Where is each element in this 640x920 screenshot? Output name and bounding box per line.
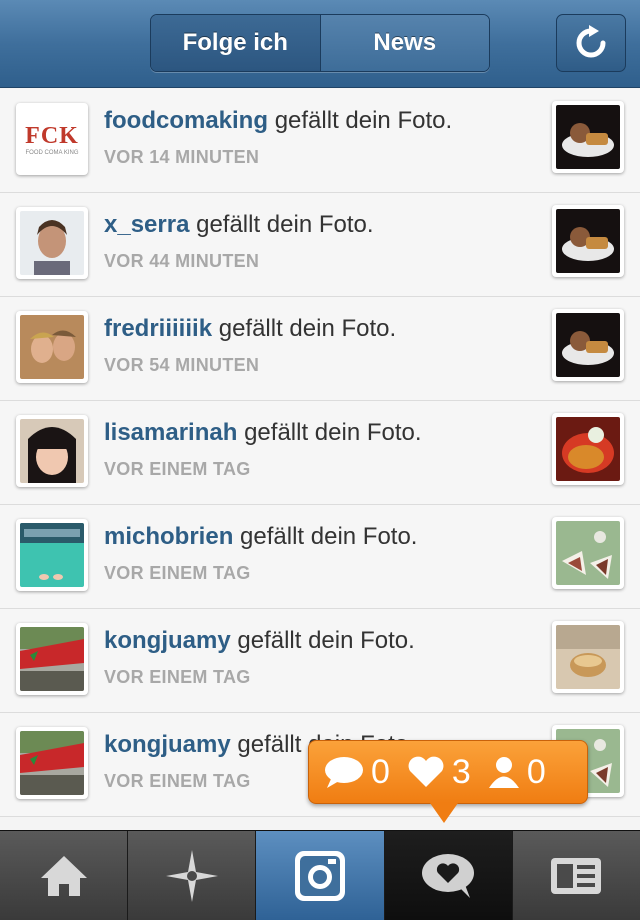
likes-stat: 3 <box>406 753 477 792</box>
navigation-bar: Folge ich News <box>0 0 640 88</box>
refresh-icon <box>576 25 606 58</box>
followers-count: 0 <box>526 752 546 791</box>
tab-profile[interactable] <box>512 831 640 920</box>
timestamp: VOR EINEM TAG <box>104 563 251 583</box>
explore-icon <box>165 849 218 902</box>
comments-stat: 0 <box>323 753 396 792</box>
action-text: gefällt dein Foto. <box>240 523 418 550</box>
notification-text: x_serra gefällt dein Foto. <box>104 211 374 239</box>
username-link[interactable]: kongjuamy <box>104 627 231 654</box>
notification-text: kongjuamy gefällt dein Foto. <box>104 627 415 655</box>
list-item[interactable]: FCK FOOD COMA KING foodcomaking gefällt … <box>0 89 640 193</box>
timestamp: VOR 54 MINUTEN <box>104 355 260 375</box>
activity-bubble[interactable]: 0 3 0 <box>308 740 588 804</box>
timestamp: VOR EINEM TAG <box>104 459 251 479</box>
tab-bar <box>0 830 640 920</box>
home-icon <box>40 855 87 896</box>
notification-text: foodcomaking gefällt dein Foto. <box>104 107 452 135</box>
food-photo-image <box>556 417 620 481</box>
user-photo-image <box>20 523 84 587</box>
feed-segmented-control: Folge ich News <box>150 14 490 72</box>
action-text: gefällt dein Foto. <box>196 211 374 238</box>
username-link[interactable]: kongjuamy <box>104 731 231 758</box>
person-icon <box>488 757 519 788</box>
action-text: gefällt dein Foto. <box>244 419 422 446</box>
photo-thumbnail[interactable] <box>552 101 624 173</box>
username-link[interactable]: foodcomaking <box>104 107 268 134</box>
avatar[interactable] <box>16 727 88 799</box>
comment-bubble-icon <box>325 757 363 788</box>
tab-camera[interactable] <box>256 831 385 920</box>
timestamp: VOR EINEM TAG <box>104 667 251 687</box>
news-icon <box>422 853 475 898</box>
tab-news[interactable] <box>384 831 513 920</box>
tab-news[interactable]: News <box>320 15 489 71</box>
notification-text: fredriiiiiik gefällt dein Foto. <box>104 315 396 343</box>
timestamp: VOR 14 MINUTEN <box>104 147 260 167</box>
tab-home[interactable] <box>0 831 129 920</box>
followers-stat: 0 <box>487 753 552 792</box>
photo-thumbnail[interactable] <box>552 309 624 381</box>
food-photo-image <box>556 313 620 377</box>
avatar-logo-subtext: FOOD COMA KING <box>25 149 79 156</box>
action-text: gefällt dein Foto. <box>274 107 453 134</box>
user-photo-image <box>20 315 84 379</box>
username-link[interactable]: fredriiiiiik <box>104 315 212 342</box>
avatar[interactable] <box>16 623 88 695</box>
list-item[interactable]: lisamarinah gefällt dein Foto. VOR EINEM… <box>0 401 640 505</box>
username-link[interactable]: x_serra <box>104 211 189 238</box>
user-photo-image <box>20 731 84 795</box>
heart-icon <box>408 756 444 787</box>
photo-thumbnail[interactable] <box>552 517 624 589</box>
tab-explore[interactable] <box>128 831 257 920</box>
bubble-pointer <box>430 803 458 823</box>
avatar[interactable] <box>16 311 88 383</box>
avatar[interactable] <box>16 415 88 487</box>
news-list: FCK FOOD COMA KING foodcomaking gefällt … <box>0 89 640 829</box>
list-item[interactable]: michobrien gefällt dein Foto. VOR EINEM … <box>0 505 640 609</box>
list-item[interactable]: x_serra gefällt dein Foto. VOR 44 MINUTE… <box>0 193 640 297</box>
avatar[interactable] <box>16 519 88 591</box>
photo-thumbnail[interactable] <box>552 413 624 485</box>
camera-icon <box>295 850 345 901</box>
avatar[interactable] <box>16 207 88 279</box>
user-photo-image <box>20 627 84 691</box>
food-photo-image <box>556 521 620 585</box>
photo-thumbnail[interactable] <box>552 621 624 693</box>
profile-icon <box>551 857 602 894</box>
notification-text: lisamarinah gefällt dein Foto. <box>104 419 422 447</box>
tab-following[interactable]: Folge ich <box>151 15 321 71</box>
photo-thumbnail[interactable] <box>552 205 624 277</box>
food-photo-image <box>556 209 620 273</box>
timestamp: VOR EINEM TAG <box>104 771 251 791</box>
food-photo-image <box>556 625 620 689</box>
avatar-logo-text: FCK <box>25 122 79 149</box>
likes-count: 3 <box>451 752 471 791</box>
comments-count: 0 <box>371 752 390 791</box>
action-text: gefällt dein Foto. <box>218 315 397 342</box>
list-item[interactable]: kongjuamy gefällt dein Foto. VOR EINEM T… <box>0 609 640 713</box>
timestamp: VOR 44 MINUTEN <box>104 251 260 271</box>
username-link[interactable]: michobrien <box>104 523 233 550</box>
notification-text: michobrien gefällt dein Foto. <box>104 523 417 551</box>
username-link[interactable]: lisamarinah <box>104 419 237 446</box>
action-text: gefällt dein Foto. <box>237 627 415 654</box>
list-item[interactable]: fredriiiiiik gefällt dein Foto. VOR 54 M… <box>0 297 640 401</box>
user-photo-image <box>20 419 84 483</box>
user-photo-image <box>20 211 84 275</box>
food-photo-image <box>556 105 620 169</box>
refresh-button[interactable] <box>556 14 626 72</box>
avatar[interactable]: FCK FOOD COMA KING <box>16 103 88 175</box>
